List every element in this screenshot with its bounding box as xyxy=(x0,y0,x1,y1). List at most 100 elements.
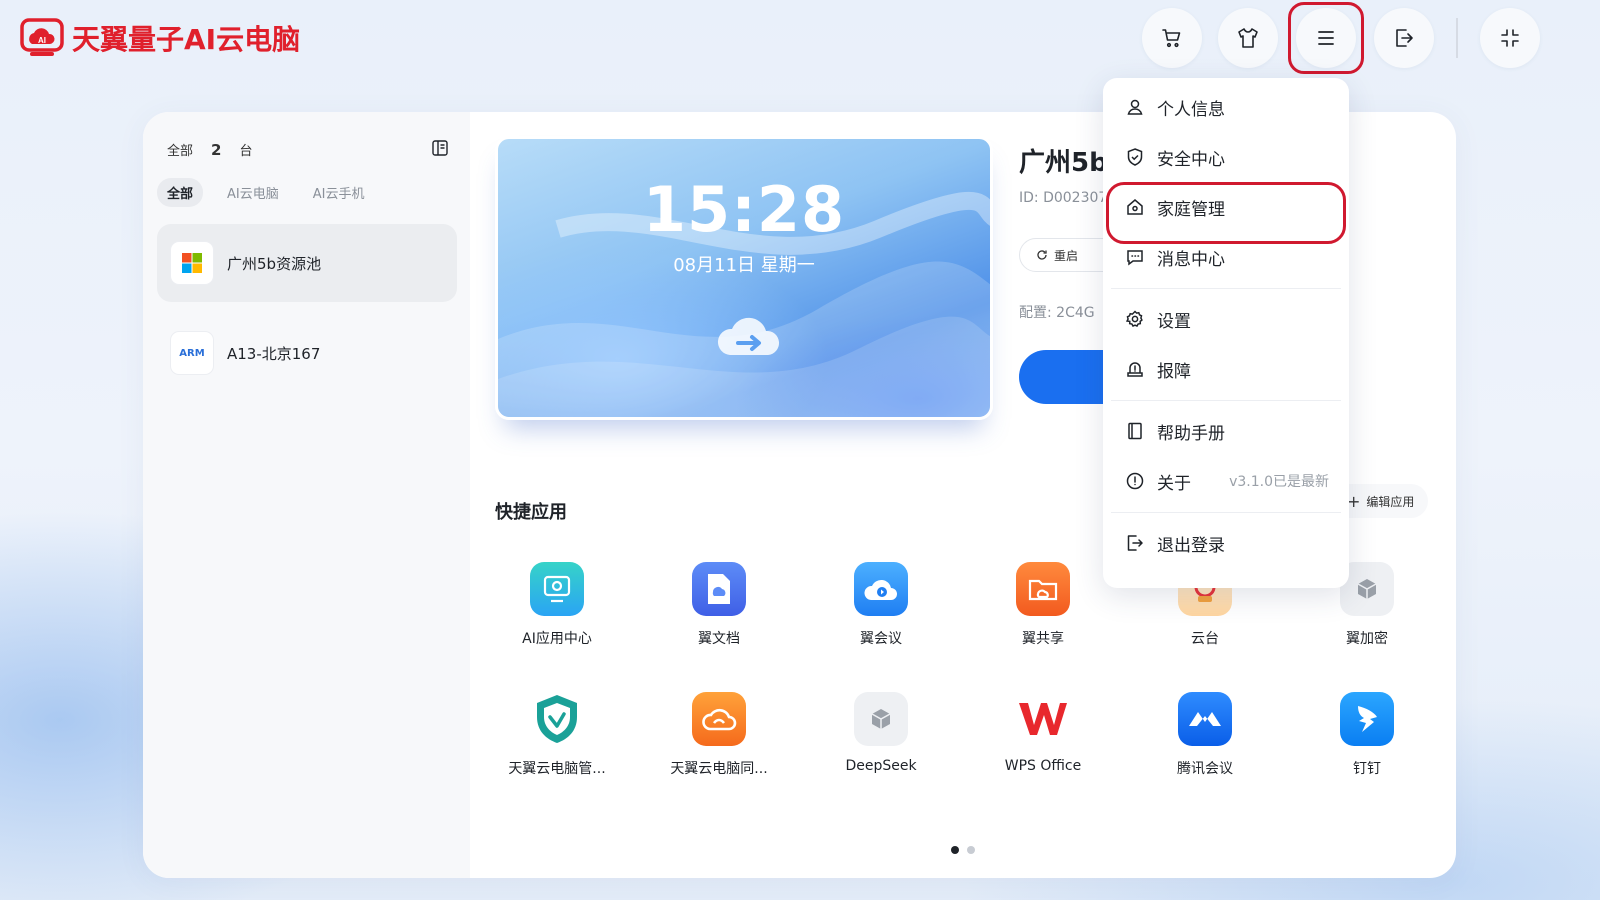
cart-icon xyxy=(1162,29,1181,48)
filter-ai-pc[interactable]: AI云电脑 xyxy=(217,178,289,207)
menu-item-label: 报障 xyxy=(1157,361,1191,382)
page-indicator xyxy=(951,846,975,854)
app-wps[interactable]: WPS Office xyxy=(973,692,1113,774)
device-count-unit: 台 xyxy=(239,144,253,159)
cloud-logo-icon: AI xyxy=(20,18,64,56)
shield-app-icon xyxy=(530,692,584,746)
shirt-icon xyxy=(1238,28,1258,48)
menu-item-label: 设置 xyxy=(1157,311,1191,332)
menu-separator xyxy=(1111,288,1341,289)
layout-toggle-icon[interactable] xyxy=(431,139,449,157)
skin-button[interactable] xyxy=(1218,8,1278,68)
preview-date: 08月11日 星期一 xyxy=(673,255,815,276)
restart-label: 重启 xyxy=(1054,248,1079,263)
menu-item-settings[interactable]: 设置 xyxy=(1103,294,1349,344)
app-logo: AI 天翼量子AI云电脑 xyxy=(20,18,300,58)
app-label: 翼加密 xyxy=(1346,631,1388,647)
alert-icon xyxy=(1127,362,1143,377)
sync-cloud-icon xyxy=(692,692,746,746)
device-sidebar: 全部 2 台 全部 AI云电脑 AI云手机 广州5b资源池 ARM A13-北京… xyxy=(143,112,470,878)
info-icon xyxy=(1126,472,1144,490)
cube-icon xyxy=(854,692,908,746)
device-spec: 配置: 2C4G xyxy=(1019,305,1095,321)
menu-item-label: 退出登录 xyxy=(1157,535,1225,556)
app-share[interactable]: 翼共享 xyxy=(973,562,1113,648)
arm-badge: ARM xyxy=(179,347,205,359)
device-filter-tabs: 全部 AI云电脑 AI云手机 xyxy=(157,178,374,207)
device-count: 全部 2 台 xyxy=(167,140,252,159)
svg-text:AI: AI xyxy=(38,36,46,45)
device-item[interactable]: 广州5b资源池 xyxy=(157,224,457,302)
menu-item-label: 消息中心 xyxy=(1157,249,1225,270)
device-title: 广州5b xyxy=(1019,148,1108,178)
message-icon xyxy=(1127,250,1143,266)
filter-ai-phone[interactable]: AI云手机 xyxy=(303,178,375,207)
app-dingtalk[interactable]: 钉钉 xyxy=(1297,692,1437,778)
app-label: 翼文档 xyxy=(698,631,740,647)
exit-button[interactable] xyxy=(1374,8,1434,68)
app-label: 翼会议 xyxy=(860,631,902,647)
edit-apps-label: 编辑应用 xyxy=(1366,494,1415,509)
page-dot[interactable] xyxy=(967,846,975,854)
menu-item-help[interactable]: 帮助手册 xyxy=(1103,406,1349,456)
header-divider xyxy=(1456,18,1458,58)
app-label: 腾讯会议 xyxy=(1177,761,1233,777)
menu-item-about[interactable]: 关于 v3.1.0已是最新 xyxy=(1103,456,1349,506)
desktop-preview[interactable]: 15:28 08月11日 星期一 xyxy=(495,136,993,420)
exit-icon xyxy=(1396,29,1413,47)
gear-icon xyxy=(1125,310,1143,327)
device-name: A13-北京167 xyxy=(227,344,321,363)
user-icon xyxy=(1127,99,1143,115)
device-count-number: 2 xyxy=(211,141,222,159)
cart-button[interactable] xyxy=(1142,8,1202,68)
arm-icon: ARM xyxy=(171,332,213,374)
app-ai-center[interactable]: AI应用中心 xyxy=(487,562,627,648)
family-item-highlight xyxy=(1106,182,1346,244)
refresh-icon xyxy=(1037,250,1047,260)
book-icon xyxy=(1128,422,1142,440)
app-deepseek[interactable]: DeepSeek xyxy=(811,692,951,774)
tencent-meeting-icon xyxy=(1178,692,1232,746)
dingtalk-icon xyxy=(1340,692,1394,746)
menu-item-label: 安全中心 xyxy=(1157,149,1225,170)
app-label: DeepSeek xyxy=(845,758,917,774)
app-label: AI应用中心 xyxy=(522,631,592,647)
menu-button-highlight xyxy=(1288,2,1364,74)
version-status: v3.1.0已是最新 xyxy=(1229,474,1329,490)
device-count-label: 全部 xyxy=(167,144,194,159)
app-label: 翼共享 xyxy=(1022,631,1064,647)
user-menu: 个人信息 安全中心 家庭管理 消息中心 设置 报障 帮助手册 关于 v3.1.0… xyxy=(1103,78,1349,588)
filter-all[interactable]: 全部 xyxy=(157,178,204,207)
app-pc-manager[interactable]: 天翼云电脑管... xyxy=(487,692,627,778)
meeting-icon xyxy=(854,562,908,616)
menu-item-profile[interactable]: 个人信息 xyxy=(1103,82,1349,132)
quick-apps-title: 快捷应用 xyxy=(495,502,567,523)
preview-time: 15:28 xyxy=(642,173,846,246)
docs-icon xyxy=(692,562,746,616)
page-dot-active[interactable] xyxy=(951,846,959,854)
app-meeting[interactable]: 翼会议 xyxy=(811,562,951,648)
wps-icon xyxy=(1016,692,1070,746)
menu-item-security[interactable]: 安全中心 xyxy=(1103,132,1349,182)
device-id: ID: D002307 xyxy=(1019,190,1108,206)
app-label: 钉钉 xyxy=(1353,761,1381,777)
app-docs[interactable]: 翼文档 xyxy=(649,562,789,648)
ai-center-icon xyxy=(530,562,584,616)
menu-separator xyxy=(1111,400,1341,401)
app-tencent-meeting[interactable]: 腾讯会议 xyxy=(1135,692,1275,778)
app-label: 天翼云电脑管... xyxy=(508,761,606,777)
device-item[interactable]: ARM A13-北京167 xyxy=(157,314,457,392)
app-pc-sync[interactable]: 天翼云电脑同... xyxy=(649,692,789,778)
plus-icon: + xyxy=(1347,491,1361,511)
menu-separator xyxy=(1111,512,1341,513)
menu-item-label: 个人信息 xyxy=(1157,99,1225,120)
share-icon xyxy=(1016,562,1070,616)
shrink-icon xyxy=(1501,29,1519,47)
menu-item-report[interactable]: 报障 xyxy=(1103,344,1349,394)
collapse-button[interactable] xyxy=(1480,8,1540,68)
logout-icon xyxy=(1127,535,1143,551)
menu-item-logout[interactable]: 退出登录 xyxy=(1103,518,1349,568)
app-label: 云台 xyxy=(1191,631,1219,647)
menu-item-label: 关于 xyxy=(1157,473,1191,494)
device-name: 广州5b资源池 xyxy=(227,254,322,273)
